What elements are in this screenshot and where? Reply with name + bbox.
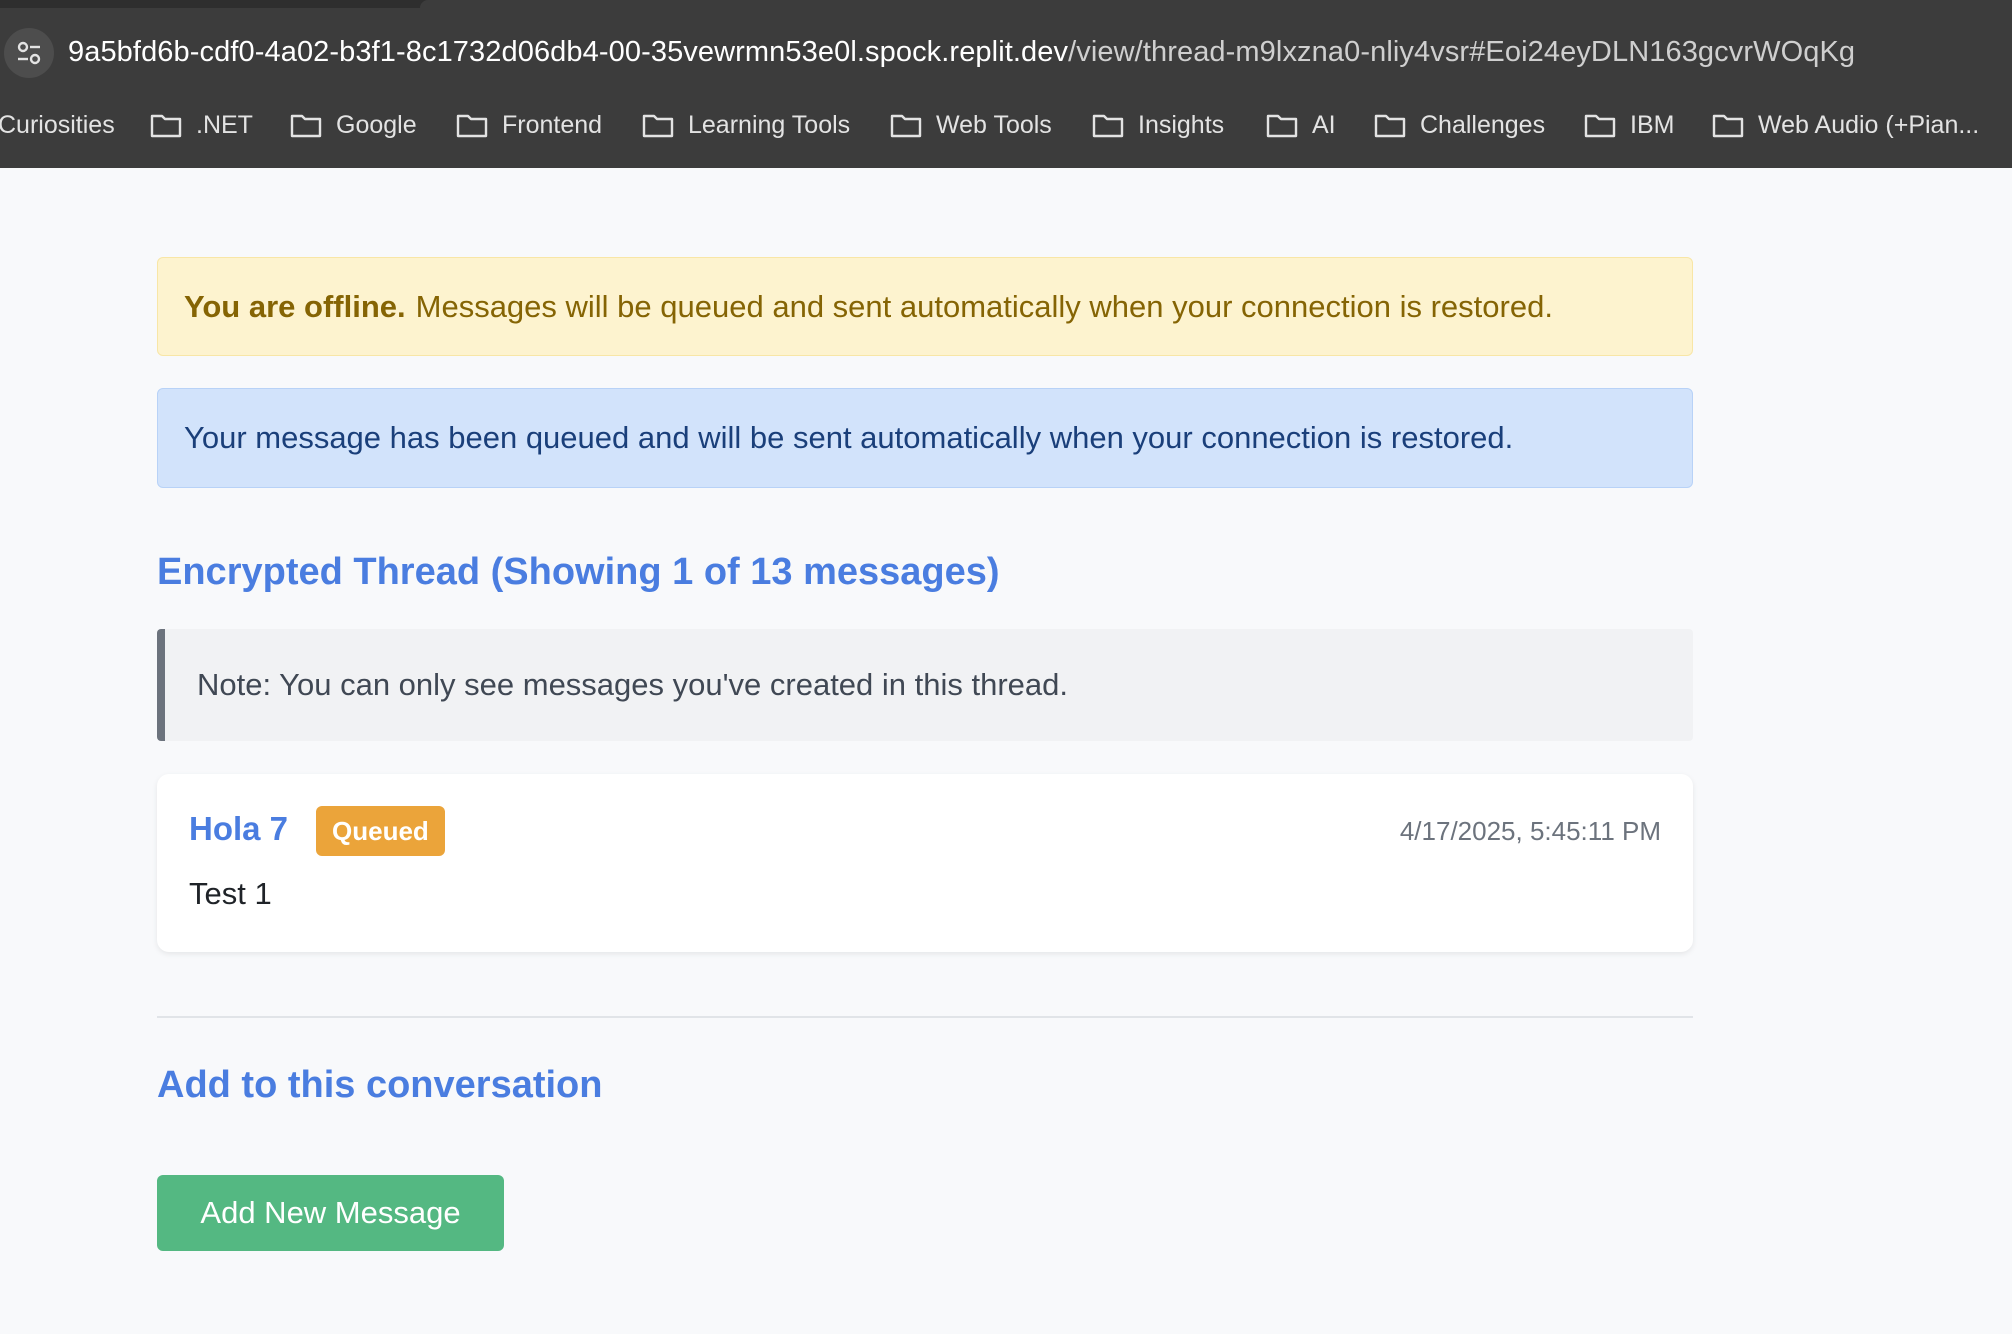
bookmarks-bar: Curiosities .NET Google Frontend Learnin… [0, 100, 2012, 164]
thread-note: Note: You can only see messages you've c… [157, 629, 1693, 741]
bookmark-label: Insights [1138, 110, 1225, 139]
queued-alert: Your message has been queued and will be… [157, 388, 1693, 488]
offline-alert-strong: You are offline. [184, 288, 406, 324]
url-host: 9a5bfd6b-cdf0-4a02-b3f1-8c1732d06db4-00-… [68, 36, 1069, 68]
section-divider [157, 1016, 1693, 1018]
folder-icon [1584, 114, 1616, 138]
bookmark-label: Learning Tools [688, 110, 851, 139]
message-timestamp: 4/17/2025, 5:45:11 PM [1399, 816, 1661, 846]
message-body: Test 1 [189, 876, 272, 911]
message-author: Hola 7 [189, 810, 289, 847]
bookmark-web-tools[interactable]: Web Tools [890, 100, 1052, 150]
folder-icon [1712, 114, 1744, 138]
bookmark-curiosities[interactable]: Curiosities [0, 100, 115, 150]
folder-icon [1374, 114, 1406, 138]
folder-icon [890, 114, 922, 138]
folder-icon [150, 114, 182, 138]
url-path: /view/thread-m9lxzna0-nliy4vsr#Eoi24eyDL… [1068, 36, 1856, 68]
add-conversation-title: Add to this conversation [157, 1064, 603, 1106]
page-content: You are offline. Messages will be queued… [0, 168, 2012, 1334]
bookmark-ibm[interactable]: IBM [1584, 100, 1674, 150]
bookmark-label: AI [1312, 110, 1336, 139]
bookmark-label: .NET [196, 110, 253, 139]
bookmark-frontend[interactable]: Frontend [456, 100, 602, 150]
bookmark-label: IBM [1630, 110, 1675, 139]
folder-icon [290, 114, 322, 138]
address-bar[interactable]: 9a5bfd6b-cdf0-4a02-b3f1-8c1732d06db4-00-… [0, 8, 2012, 96]
queued-status-badge: Queued [316, 806, 445, 856]
bookmark-challenges[interactable]: Challenges [1374, 100, 1545, 150]
bookmark-web-audio[interactable]: Web Audio (+Pian... [1712, 100, 1979, 150]
tab-strip [0, 0, 2012, 8]
bookmark-label: Frontend [502, 110, 603, 139]
thread-title: Encrypted Thread (Showing 1 of 13 messag… [157, 551, 1000, 593]
bookmark-label: Challenges [1420, 110, 1546, 139]
bookmark-google[interactable]: Google [290, 100, 417, 150]
folder-icon [1266, 114, 1298, 138]
bookmark-insights[interactable]: Insights [1092, 100, 1224, 150]
bookmark-dotnet[interactable]: .NET [150, 100, 253, 150]
bookmark-label: Google [336, 110, 417, 139]
queued-alert-text: Your message has been queued and will be… [184, 420, 1514, 455]
folder-icon [1092, 114, 1124, 138]
offline-alert: You are offline. Messages will be queued… [157, 257, 1693, 356]
add-new-message-button[interactable]: Add New Message [157, 1175, 504, 1251]
offline-alert-text: Messages will be queued and sent automat… [415, 288, 1553, 324]
bookmark-label: Curiosities [0, 110, 115, 139]
url-text[interactable]: 9a5bfd6b-cdf0-4a02-b3f1-8c1732d06db4-00-… [68, 36, 1855, 69]
folder-icon [642, 114, 674, 138]
bookmark-learning-tools[interactable]: Learning Tools [642, 100, 850, 150]
thread-note-text: Note: You can only see messages you've c… [197, 667, 1069, 702]
folder-icon [456, 114, 488, 138]
bookmark-label: Web Audio (+Pian... [1758, 110, 1980, 139]
site-info-icon[interactable] [4, 28, 54, 78]
active-tab[interactable] [420, 0, 2012, 8]
bookmark-ai[interactable]: AI [1266, 100, 1336, 150]
browser-chrome: 9a5bfd6b-cdf0-4a02-b3f1-8c1732d06db4-00-… [0, 0, 2012, 168]
bookmark-label: Web Tools [936, 110, 1052, 139]
message-card: Hola 7 Queued 4/17/2025, 5:45:11 PM Test… [157, 774, 1693, 952]
